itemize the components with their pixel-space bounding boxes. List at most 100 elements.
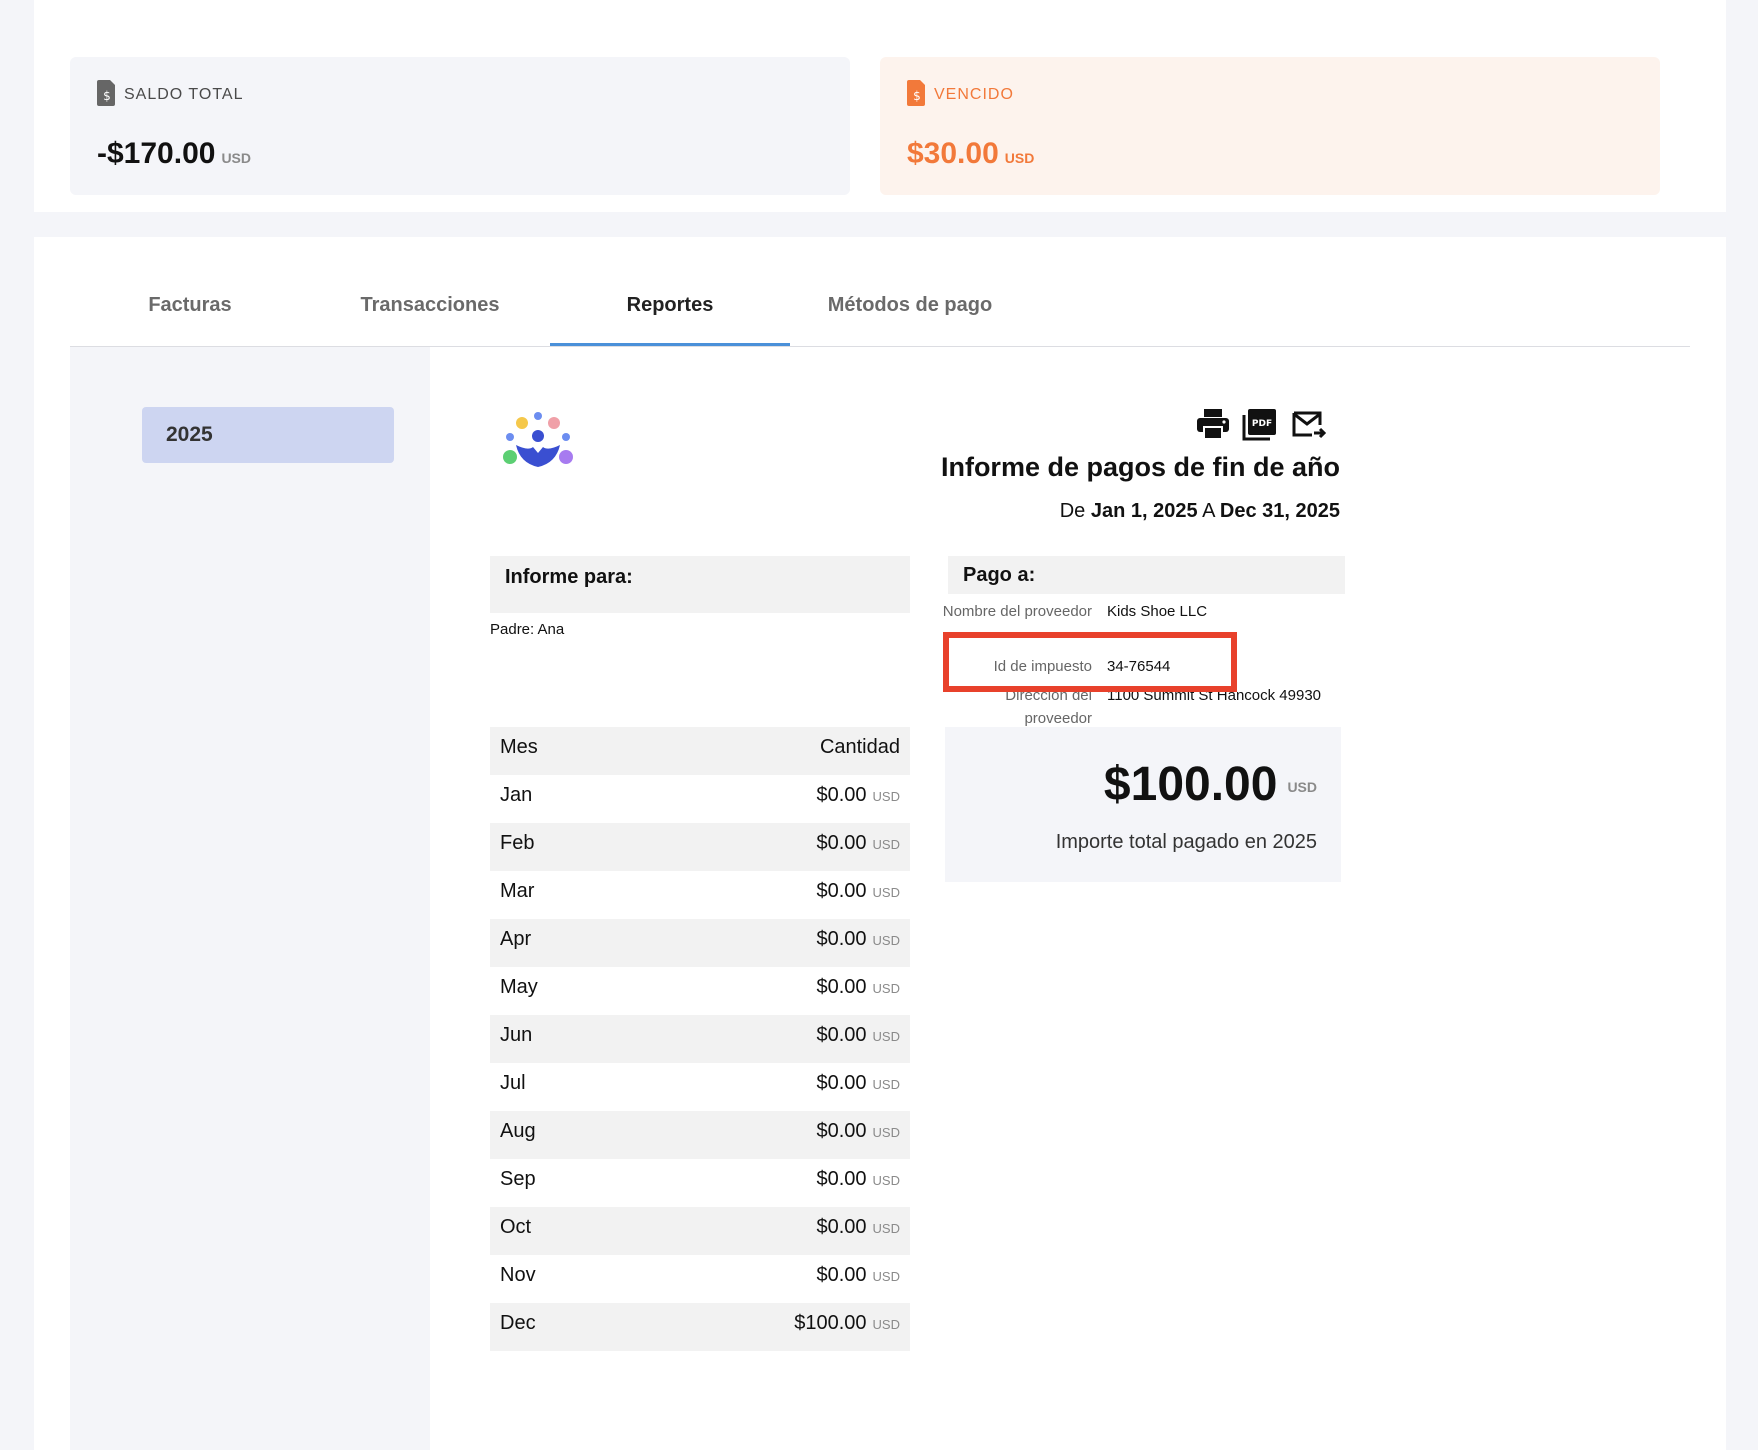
total-amount: $100.00 USD xyxy=(1104,757,1317,812)
overdue-value: $30.00 xyxy=(907,137,999,170)
balance-amount: -$170.00 USD xyxy=(97,137,251,171)
row-month: Apr xyxy=(500,928,532,950)
header-amount: Cantidad xyxy=(819,736,900,758)
row-amount: $0.00 USD xyxy=(816,1111,900,1153)
summary-panel: $ SALDO TOTAL -$170.00 USD $ VENCIDO $30.… xyxy=(34,0,1726,212)
table-header: Mes Cantidad xyxy=(490,727,910,775)
table-body: Jan $0.00 USD Feb $0.00 USD Mar $0.00 USD Apr $0.0… xyxy=(490,775,910,1351)
table-row: Oct $0.00 USD xyxy=(490,1207,910,1255)
row-amount-value: $0.00 xyxy=(816,1024,867,1046)
row-month: Oct xyxy=(500,1216,532,1238)
provider-name: Kids Shoe LLC xyxy=(1107,603,1208,620)
invoice-icon: $ xyxy=(907,80,925,106)
row-currency: USD xyxy=(872,789,900,804)
balance-label: SALDO TOTAL xyxy=(124,86,244,103)
tab-reportes[interactable]: Reportes xyxy=(550,237,790,346)
table-row: May $0.00 USD xyxy=(490,967,910,1015)
row-currency: USD xyxy=(872,1077,900,1092)
svg-text:$: $ xyxy=(103,89,111,103)
svg-text:PDF: PDF xyxy=(1252,419,1272,429)
row-currency: USD xyxy=(872,837,900,852)
overdue-amount: $30.00 USD xyxy=(907,137,1034,171)
row-month: Jan xyxy=(500,784,533,806)
row-month: Aug xyxy=(500,1120,536,1142)
row-month: Dec xyxy=(500,1312,536,1334)
row-amount-value: $0.00 xyxy=(816,1120,867,1142)
table-row: Feb $0.00 USD xyxy=(490,823,910,871)
overdue-label: VENCIDO xyxy=(934,86,1014,103)
tab-metodos-de-pago[interactable]: Métodos de pago xyxy=(790,237,1030,345)
provider-name-label-text: Nombre del proveedor xyxy=(942,603,1092,620)
table-row: Jul $0.00 USD xyxy=(490,1063,910,1111)
table-row: Aug $0.00 USD xyxy=(490,1111,910,1159)
row-currency: USD xyxy=(872,1029,900,1044)
row-month: May xyxy=(500,976,538,998)
row-amount: $0.00 USD xyxy=(816,967,900,1009)
company-logo xyxy=(503,412,573,467)
total-paid-box: $100.00 USD Importe total pagado en 2025 xyxy=(945,727,1341,882)
svg-text:$: $ xyxy=(913,89,921,103)
header-month: Mes xyxy=(500,736,538,758)
invoice-icon: $ xyxy=(97,80,115,106)
report-date-range: De Jan 1, 2025 A Dec 31, 2025 xyxy=(900,500,1340,523)
tab-bar: Facturas Transacciones Reportes Métodos … xyxy=(70,237,1690,347)
table-row: Jun $0.00 USD xyxy=(490,1015,910,1063)
provider-name-label: Nombre del proveedor xyxy=(942,600,1092,623)
monthly-payments-table: Mes Cantidad Jan $0.00 USD Feb $0.00 USD Mar $0… xyxy=(490,727,910,1351)
row-amount: $0.00 USD xyxy=(816,919,900,961)
pdf-icon[interactable]: PDF xyxy=(1242,407,1278,441)
year-sidebar: 2025 xyxy=(70,347,430,1450)
row-amount: $0.00 USD xyxy=(816,1159,900,1201)
row-amount-value: $0.00 xyxy=(816,976,867,998)
range-mid: A xyxy=(1202,500,1215,522)
parent-name: Padre: Ana xyxy=(490,621,565,638)
table-row: Nov $0.00 USD xyxy=(490,1255,910,1303)
row-currency: USD xyxy=(872,981,900,996)
row-amount-value: $0.00 xyxy=(816,832,867,854)
row-currency: USD xyxy=(872,1221,900,1236)
total-value: $100.00 xyxy=(1103,758,1278,811)
row-currency: USD xyxy=(872,885,900,900)
row-month: Feb xyxy=(500,832,535,854)
range-start: Jan 1, 2025 xyxy=(1090,500,1198,522)
table-row: Jan $0.00 USD xyxy=(490,775,910,823)
highlight-box xyxy=(943,632,1237,692)
balance-value: -$170.00 xyxy=(97,137,216,170)
sidebar-item-year[interactable]: 2025 xyxy=(142,407,394,463)
tab-facturas[interactable]: Facturas xyxy=(70,237,310,345)
row-amount-value: $0.00 xyxy=(816,1264,867,1286)
row-amount-value: $100.00 xyxy=(794,1312,867,1334)
row-amount: $0.00 USD xyxy=(816,1015,900,1057)
email-icon[interactable] xyxy=(1290,407,1326,441)
row-currency: USD xyxy=(872,1173,900,1188)
overdue-currency: USD xyxy=(1004,150,1035,166)
row-amount: $0.00 USD xyxy=(816,871,900,913)
paid-to-heading: Pago a: xyxy=(948,556,1345,594)
range-end: Dec 31, 2025 xyxy=(1219,500,1340,522)
report-for-heading: Informe para: xyxy=(490,556,910,613)
row-amount-value: $0.00 xyxy=(816,784,867,806)
tab-transacciones[interactable]: Transacciones xyxy=(310,237,550,345)
row-month: Nov xyxy=(500,1264,536,1286)
table-row: Mar $0.00 USD xyxy=(490,871,910,919)
row-month: Sep xyxy=(500,1168,536,1190)
row-amount: $100.00 USD xyxy=(794,1303,900,1345)
row-amount: $0.00 USD xyxy=(816,1255,900,1297)
row-amount-value: $0.00 xyxy=(816,880,867,902)
row-amount: $0.00 USD xyxy=(816,823,900,865)
table-row: Apr $0.00 USD xyxy=(490,919,910,967)
row-month: Mar xyxy=(500,880,535,902)
row-amount-value: $0.00 xyxy=(816,1072,867,1094)
row-amount-value: $0.00 xyxy=(816,928,867,950)
row-currency: USD xyxy=(872,1125,900,1140)
row-amount-value: $0.00 xyxy=(816,1216,867,1238)
balance-card: $ SALDO TOTAL -$170.00 USD xyxy=(70,57,850,195)
total-caption: Importe total pagado en 2025 xyxy=(1055,831,1317,853)
row-amount: $0.00 USD xyxy=(816,1063,900,1105)
range-prefix: De xyxy=(1059,500,1086,522)
print-icon[interactable] xyxy=(1195,407,1231,441)
overdue-card: $ VENCIDO $30.00 USD xyxy=(880,57,1660,195)
row-month: Jul xyxy=(500,1072,526,1094)
row-amount: $0.00 USD xyxy=(816,775,900,817)
table-row: Sep $0.00 USD xyxy=(490,1159,910,1207)
